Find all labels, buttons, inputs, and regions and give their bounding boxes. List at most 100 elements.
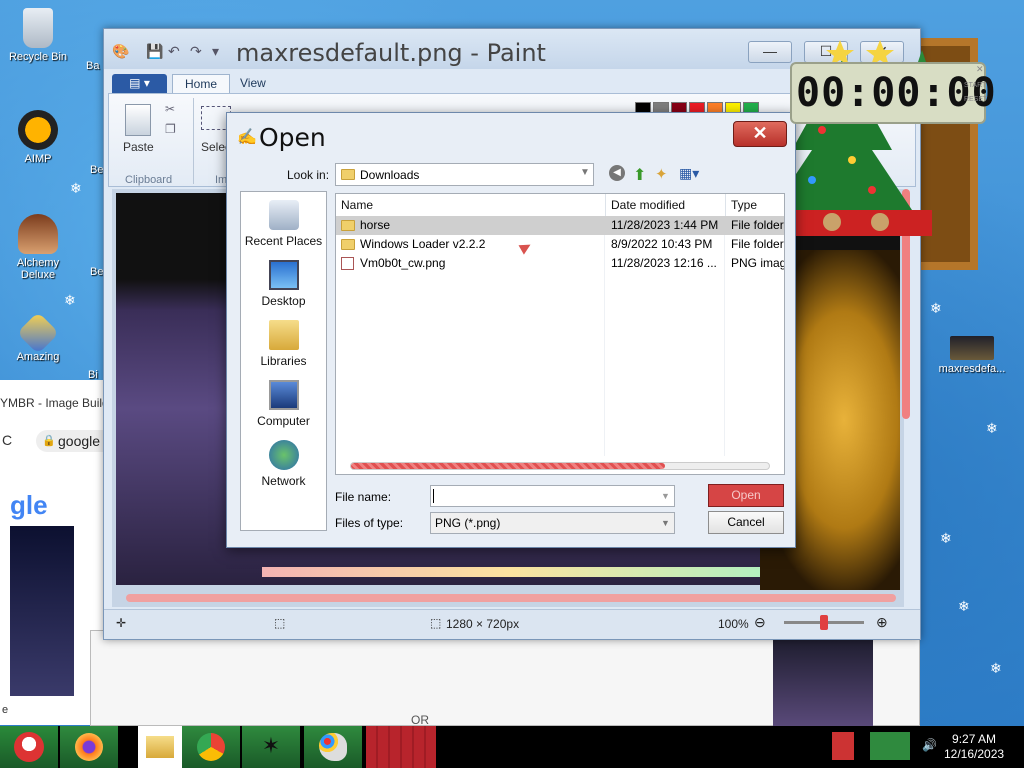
canvas-horizontal-scrollbar[interactable] bbox=[126, 594, 896, 602]
places-bar: Recent Places Desktop Libraries Computer… bbox=[240, 191, 327, 531]
file-list[interactable]: Name Date modified Type horse 11/28/2023… bbox=[335, 193, 785, 475]
files-of-type-dropdown[interactable]: PNG (*.png) bbox=[430, 512, 675, 534]
browser-tab-title: YMBR - Image Builde bbox=[0, 396, 116, 410]
zoom-out-button[interactable]: ⊖ bbox=[754, 614, 766, 631]
file-list-horizontal-scrollbar[interactable] bbox=[350, 462, 770, 470]
desktop-icon-maxresdefault[interactable]: maxresdefa... bbox=[936, 336, 1008, 375]
desktop-icon-recycle-bin[interactable]: Recycle Bin bbox=[2, 8, 74, 63]
desktop-icon-label: Amazing bbox=[16, 351, 60, 363]
paste-icon[interactable] bbox=[125, 104, 151, 136]
partial-icon-label: Be bbox=[90, 164, 104, 176]
selection-size-icon: ⬚ bbox=[274, 616, 286, 630]
tray-flag-icon[interactable] bbox=[832, 732, 854, 760]
file-menu-caret: ▾ bbox=[143, 76, 150, 90]
zoom-in-button[interactable]: ⊕ bbox=[876, 614, 888, 631]
desktop-icon-label: Alchemy Deluxe bbox=[16, 257, 60, 281]
file-type: File folder bbox=[731, 237, 784, 251]
zoom-slider-knob[interactable] bbox=[820, 615, 828, 630]
chevron-down-icon[interactable]: ▼ bbox=[661, 518, 670, 528]
firefox-icon bbox=[75, 733, 103, 761]
reset-button[interactable]: RESET bbox=[964, 96, 987, 103]
ribbon-divider bbox=[193, 98, 194, 184]
file-type: PNG imag bbox=[731, 256, 785, 270]
explorer-icon bbox=[146, 736, 174, 758]
desktop-icon-amazing[interactable]: Amazing bbox=[2, 311, 74, 363]
taskbar-paint[interactable] bbox=[304, 726, 362, 768]
file-menu-button[interactable]: ▤ ▾ bbox=[112, 74, 167, 93]
desktop-icon-alchemy[interactable]: Alchemy Deluxe bbox=[2, 214, 74, 281]
new-folder-icon[interactable]: ✦ bbox=[655, 165, 675, 185]
file-row-vm0b0t[interactable]: Vm0b0t_cw.png 11/28/2023 12:16 ... PNG i… bbox=[336, 254, 785, 273]
back-button[interactable]: ◀ bbox=[609, 165, 629, 185]
desktop-icon bbox=[268, 260, 299, 290]
background-window[interactable]: OR bbox=[90, 630, 920, 727]
customize-dropdown-icon[interactable]: ▾ bbox=[212, 43, 228, 59]
cancel-button[interactable]: Cancel bbox=[708, 511, 784, 534]
place-libraries[interactable]: Libraries bbox=[241, 320, 326, 368]
desktop-icon-label: AIMP bbox=[24, 153, 52, 165]
lock-icon: 🔒 bbox=[42, 435, 56, 447]
close-icon[interactable]: ✕ bbox=[976, 64, 984, 75]
file-name-label: File name: bbox=[335, 490, 392, 504]
snowflake-icon: ❄ bbox=[940, 530, 952, 546]
paste-button[interactable]: Paste bbox=[123, 140, 154, 154]
column-header-type[interactable]: Type bbox=[726, 194, 784, 216]
start-button[interactable] bbox=[0, 726, 58, 768]
recycle-bin-icon bbox=[23, 8, 53, 48]
dialog-close-button[interactable]: ✕ bbox=[733, 121, 787, 147]
place-network[interactable]: Network bbox=[241, 440, 326, 488]
image-size-icon: ⬚ bbox=[430, 616, 442, 630]
column-header-date[interactable]: Date modified bbox=[606, 194, 726, 216]
file-row-windows-loader[interactable]: Windows Loader v2.2.2 8/9/2022 10:43 PM … bbox=[336, 235, 784, 254]
taskbar-chrome[interactable] bbox=[182, 726, 240, 768]
desktop-icon-aimp[interactable]: AIMP bbox=[2, 110, 74, 165]
start-button[interactable]: START bbox=[964, 82, 986, 89]
address-text: google bbox=[58, 433, 101, 449]
taskbar-red-app[interactable] bbox=[366, 726, 436, 768]
network-icon bbox=[268, 440, 299, 470]
browser-thumbnail bbox=[10, 526, 74, 696]
santa-start-icon bbox=[14, 732, 44, 762]
desktop-icon-label: Recycle Bin bbox=[8, 51, 68, 63]
stopwatch-gadget[interactable]: 00:00:00 START RESET ✕ bbox=[790, 62, 996, 124]
undo-icon[interactable]: ↶ bbox=[168, 43, 184, 59]
text-cursor bbox=[433, 489, 434, 503]
place-computer[interactable]: Computer bbox=[241, 380, 326, 428]
chevron-down-icon[interactable]: ▼ bbox=[661, 491, 670, 501]
tray-icons[interactable] bbox=[870, 732, 910, 760]
cut-icon[interactable]: ✂ bbox=[165, 102, 175, 116]
up-folder-icon[interactable]: ⬆ bbox=[633, 165, 653, 185]
volume-icon[interactable]: 🔊 bbox=[922, 738, 937, 752]
file-menu-icon: ▤ bbox=[129, 76, 144, 90]
look-in-dropdown[interactable]: Downloads ▼ bbox=[335, 163, 594, 186]
taskbar-game[interactable]: ✶ bbox=[242, 726, 300, 768]
open-dialog[interactable]: ✍ Open ✕ Look in: Downloads ▼ ◀ ⬆ ✦ ▦▾ R… bbox=[226, 112, 796, 548]
folder-icon bbox=[341, 239, 355, 250]
tray-clock[interactable]: 9:27 AM 12/16/2023 bbox=[944, 732, 1004, 762]
clipboard-group-label: Clipboard bbox=[125, 174, 173, 186]
background-thumbnail bbox=[773, 633, 873, 727]
libraries-icon bbox=[268, 320, 299, 350]
taskbar-firefox[interactable] bbox=[60, 726, 118, 768]
save-icon[interactable]: 💾 bbox=[146, 43, 163, 59]
snowflake-icon: ❄ bbox=[64, 292, 76, 308]
file-row-horse[interactable]: horse 11/28/2023 1:44 PM File folder bbox=[336, 216, 784, 235]
redo-icon[interactable]: ↷ bbox=[190, 43, 206, 59]
column-header-name[interactable]: Name bbox=[336, 194, 606, 216]
files-of-type-value: PNG (*.png) bbox=[435, 516, 501, 530]
chevron-down-icon: ▼ bbox=[580, 167, 590, 178]
tab-home[interactable]: Home bbox=[172, 74, 231, 94]
open-button[interactable]: Open bbox=[708, 484, 784, 507]
back-arrow-icon: ◀ bbox=[609, 165, 625, 181]
look-in-label: Look in: bbox=[287, 168, 330, 182]
view-menu-icon[interactable]: ▦▾ bbox=[679, 165, 699, 185]
reload-icon[interactable]: C bbox=[2, 432, 12, 448]
file-name-input[interactable] bbox=[430, 485, 675, 507]
place-desktop[interactable]: Desktop bbox=[241, 260, 326, 308]
place-recent-places[interactable]: Recent Places bbox=[241, 200, 326, 248]
taskbar-explorer[interactable] bbox=[138, 726, 182, 768]
tab-view[interactable]: View bbox=[228, 74, 278, 94]
game-icon: ✶ bbox=[261, 733, 281, 758]
copy-icon[interactable]: ❐ bbox=[165, 122, 176, 136]
scrollbar-thumb[interactable] bbox=[351, 463, 665, 469]
